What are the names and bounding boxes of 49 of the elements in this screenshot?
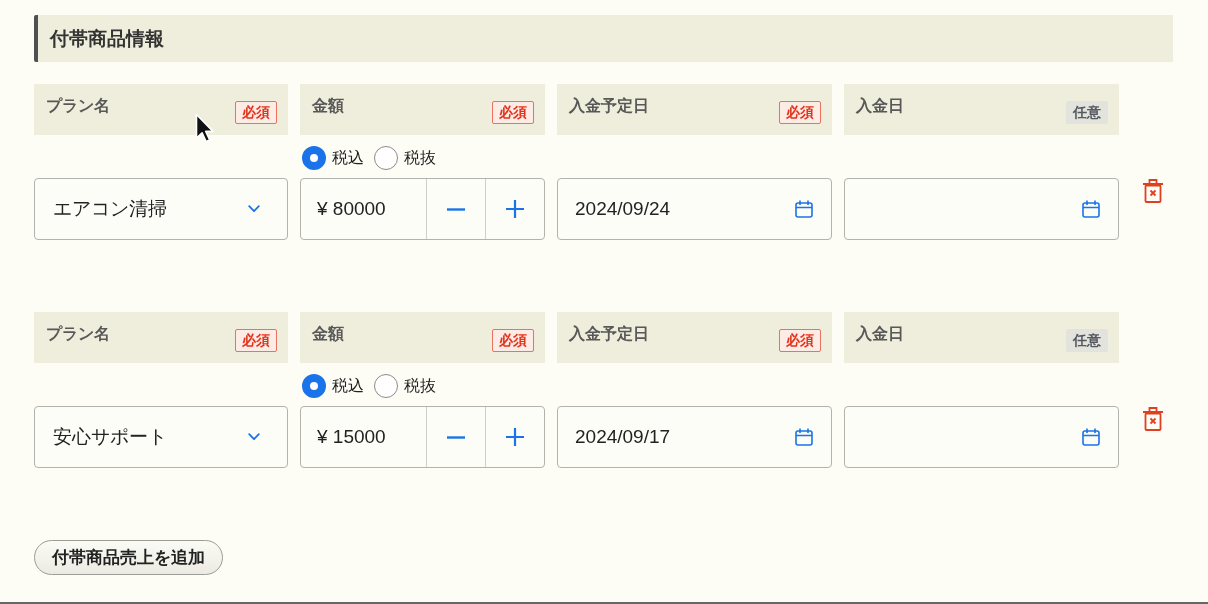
trash-icon — [1143, 179, 1163, 203]
date-field[interactable]: 2024/09/17 — [557, 406, 832, 468]
required-badge: 必須 — [235, 101, 277, 124]
radio-button[interactable] — [302, 374, 326, 398]
radio-label[interactable]: 税込 — [332, 146, 364, 170]
add-item-button[interactable]: 付帯商品売上を追加 — [34, 540, 223, 575]
minus-icon — [447, 207, 465, 211]
plan-select[interactable]: エアコン清掃 — [34, 178, 288, 240]
field-label: 金額 — [312, 96, 344, 116]
required-badge: 必須 — [492, 101, 534, 124]
plan-select[interactable]: 安心サポート — [34, 406, 288, 468]
field-label: 入金予定日 — [569, 96, 649, 116]
date-field[interactable] — [844, 178, 1119, 240]
mouse-pointer-icon — [195, 113, 215, 145]
optional-badge: 任意 — [1066, 101, 1108, 124]
radio-label[interactable]: 税込 — [332, 374, 364, 398]
required-badge: 必須 — [779, 329, 821, 352]
date-field[interactable]: 2024/09/24 — [557, 178, 832, 240]
radio-button[interactable] — [374, 374, 398, 398]
radio-button[interactable] — [302, 146, 326, 170]
radio-label[interactable]: 税抜 — [404, 374, 436, 398]
required-badge: 必須 — [779, 101, 821, 124]
field-label: 入金日 — [856, 96, 904, 116]
chevron-down-icon — [248, 433, 260, 441]
required-badge: 必須 — [235, 329, 277, 352]
optional-badge: 任意 — [1066, 329, 1108, 352]
amount-input[interactable]: ¥ 80000 — [301, 179, 426, 239]
minus-icon — [447, 435, 465, 439]
calendar-icon — [795, 428, 813, 446]
delete-button[interactable] — [1143, 407, 1163, 431]
calendar-icon — [1082, 428, 1100, 446]
field-label: プラン名 — [46, 324, 110, 344]
delete-button[interactable] — [1143, 179, 1163, 203]
amount-input[interactable]: ¥ 15000 — [301, 407, 426, 467]
field-label: 入金日 — [856, 324, 904, 344]
trash-icon — [1143, 407, 1163, 431]
field-label: 入金予定日 — [569, 324, 649, 344]
radio-label[interactable]: 税抜 — [404, 146, 436, 170]
section-title: 付帯商品情報 — [50, 26, 164, 51]
plus-icon — [506, 200, 524, 218]
field-label: プラン名 — [46, 96, 110, 116]
date-field[interactable] — [844, 406, 1119, 468]
chevron-down-icon — [248, 205, 260, 213]
calendar-icon — [795, 200, 813, 218]
radio-button[interactable] — [374, 146, 398, 170]
field-label: 金額 — [312, 324, 344, 344]
calendar-icon — [1082, 200, 1100, 218]
plus-icon — [506, 428, 524, 446]
required-badge: 必須 — [492, 329, 534, 352]
